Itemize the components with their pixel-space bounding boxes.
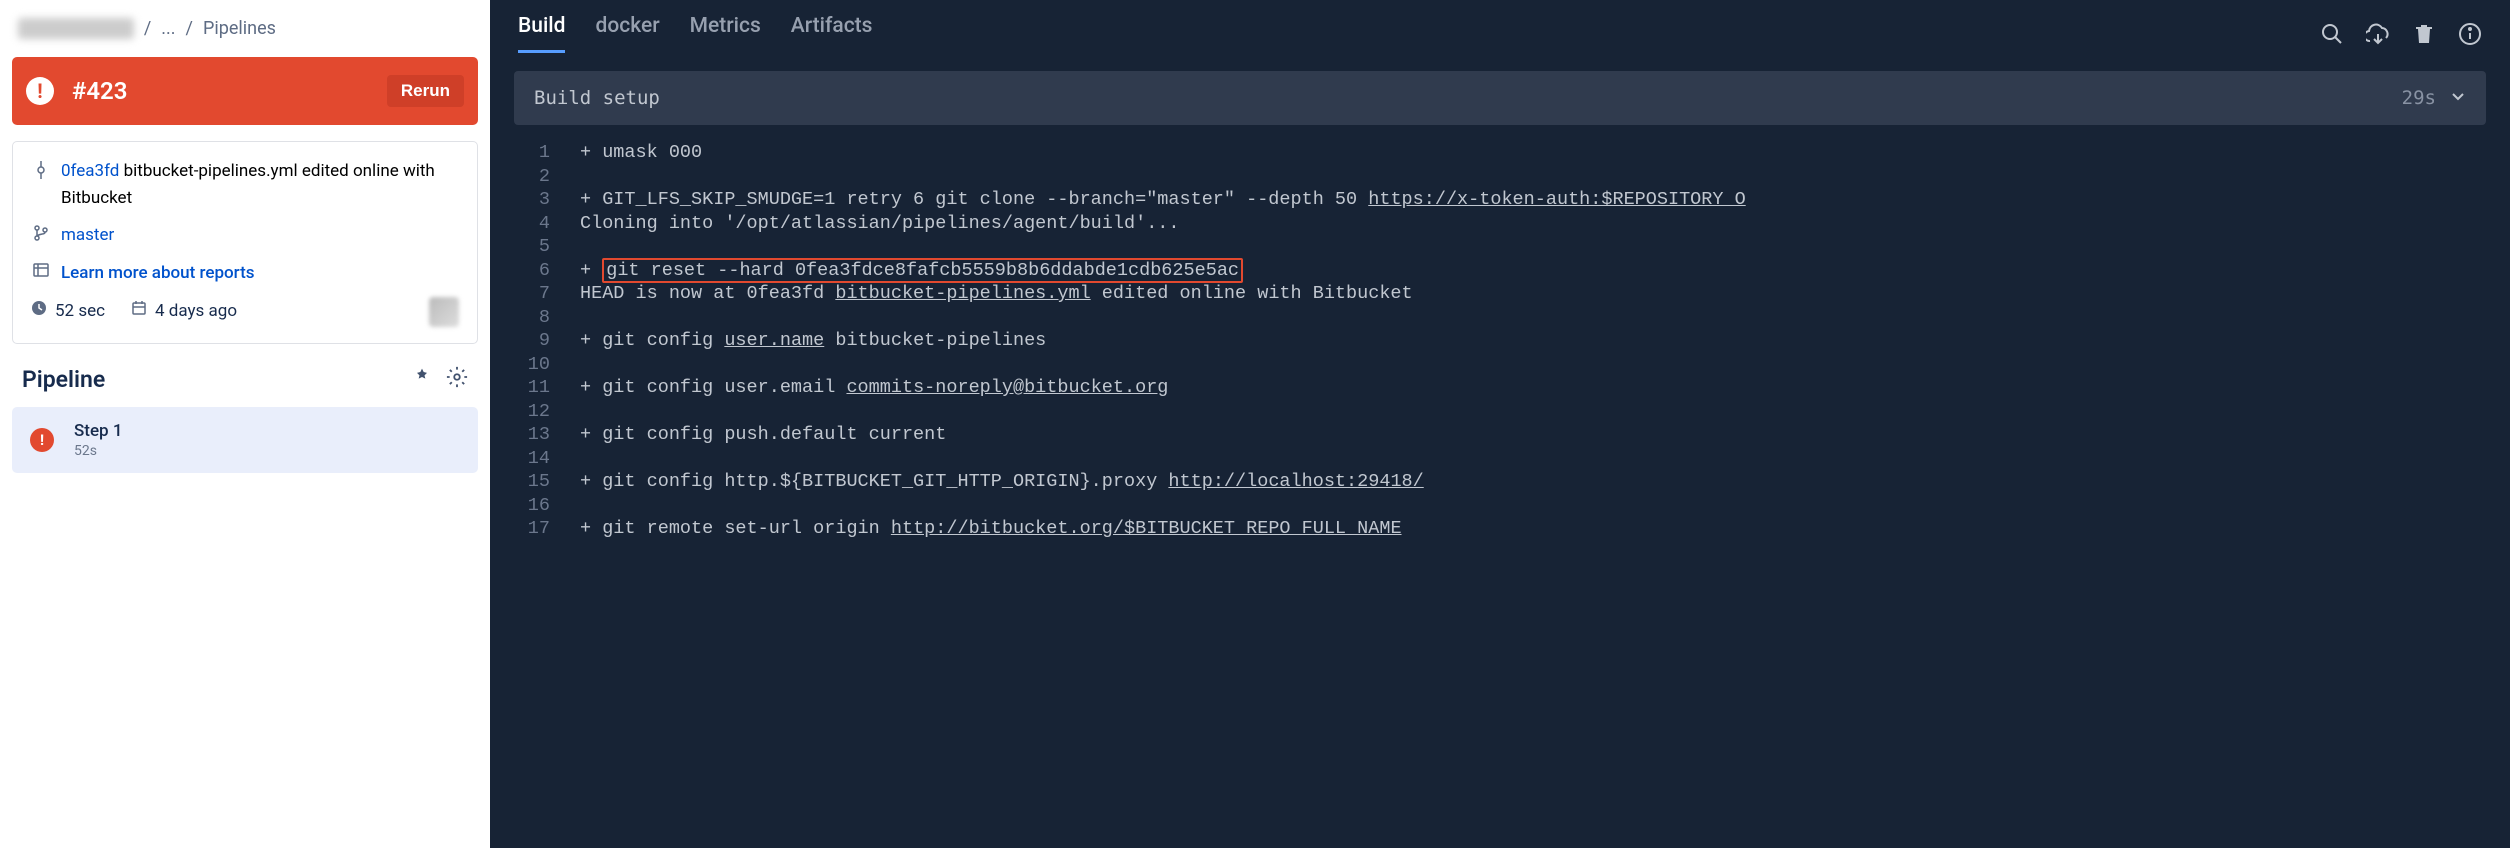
log-line: 12 (490, 400, 2510, 424)
log-line: 10 (490, 353, 2510, 377)
avatar[interactable] (429, 297, 459, 327)
info-icon[interactable] (2458, 22, 2482, 46)
tab-build[interactable]: Build (518, 14, 565, 53)
tab-artifacts[interactable]: Artifacts (791, 14, 873, 53)
log-line: 15+ git config http.${BITBUCKET_GIT_HTTP… (490, 470, 2510, 494)
log-line: 11+ git config user.email commits-norepl… (490, 376, 2510, 400)
chevron-down-icon (2450, 87, 2466, 109)
tab-metrics[interactable]: Metrics (690, 14, 761, 53)
log-line: 3+ GIT_LFS_SKIP_SMUDGE=1 retry 6 git clo… (490, 188, 2510, 212)
stage-duration: 29s (2402, 87, 2436, 109)
breadcrumb: repo / ... / Pipelines (12, 8, 478, 57)
trash-icon[interactable] (2412, 22, 2436, 46)
pipeline-heading: Pipeline (22, 366, 398, 393)
learn-reports-link[interactable]: Learn more about reports (61, 260, 254, 287)
log-line: 1+ umask 000 (490, 141, 2510, 165)
log-line: 7HEAD is now at 0fea3fd bitbucket-pipeli… (490, 282, 2510, 306)
run-details-card: 0fea3fd bitbucket-pipelines.yml edited o… (12, 141, 478, 344)
step-name: Step 1 (74, 421, 123, 441)
duration-text: 52 sec (55, 298, 105, 325)
stage-header[interactable]: Build setup 29s (514, 71, 2486, 125)
log-line: 6+ git reset --hard 0fea3fdce8fafcb5559b… (490, 259, 2510, 283)
breadcrumb-ellipsis[interactable]: ... (161, 18, 175, 39)
log-line: 2 (490, 165, 2510, 189)
log-line: 17+ git remote set-url origin http://bit… (490, 517, 2510, 541)
log-tabs: Build docker Metrics Artifacts (518, 14, 872, 53)
report-icon (31, 263, 51, 277)
log-line: 4Cloning into '/opt/atlassian/pipelines/… (490, 212, 2510, 236)
rerun-button[interactable]: Rerun (387, 75, 464, 107)
error-icon: ! (26, 77, 54, 105)
log-line: 16 (490, 494, 2510, 518)
notify-icon[interactable] (412, 367, 432, 392)
breadcrumb-current: Pipelines (203, 18, 276, 39)
clock-icon (31, 298, 47, 325)
breadcrumb-repo[interactable]: repo (18, 18, 134, 39)
branch-link[interactable]: master (61, 222, 114, 249)
when-text: 4 days ago (155, 298, 237, 325)
branch-icon (31, 225, 51, 241)
calendar-icon (131, 298, 147, 325)
stage-name: Build setup (534, 87, 660, 109)
step-error-icon: ! (30, 428, 54, 452)
pipeline-step[interactable]: ! Step 1 52s (12, 407, 478, 473)
commit-hash-link[interactable]: 0fea3fd (61, 161, 119, 181)
gear-icon[interactable] (446, 366, 468, 393)
run-banner: ! #423 Rerun (12, 57, 478, 125)
commit-icon (31, 161, 51, 179)
step-duration: 52s (74, 443, 123, 459)
log-line: 8 (490, 306, 2510, 330)
run-number: #423 (72, 77, 387, 105)
log-line: 5 (490, 235, 2510, 259)
log-line: 13+ git config push.default current (490, 423, 2510, 447)
tab-docker[interactable]: docker (595, 14, 659, 53)
build-log: 1+ umask 00023+ GIT_LFS_SKIP_SMUDGE=1 re… (490, 137, 2510, 561)
search-icon[interactable] (2320, 22, 2344, 46)
log-line: 14 (490, 447, 2510, 471)
download-icon[interactable] (2366, 22, 2390, 46)
log-line: 9+ git config user.name bitbucket-pipeli… (490, 329, 2510, 353)
